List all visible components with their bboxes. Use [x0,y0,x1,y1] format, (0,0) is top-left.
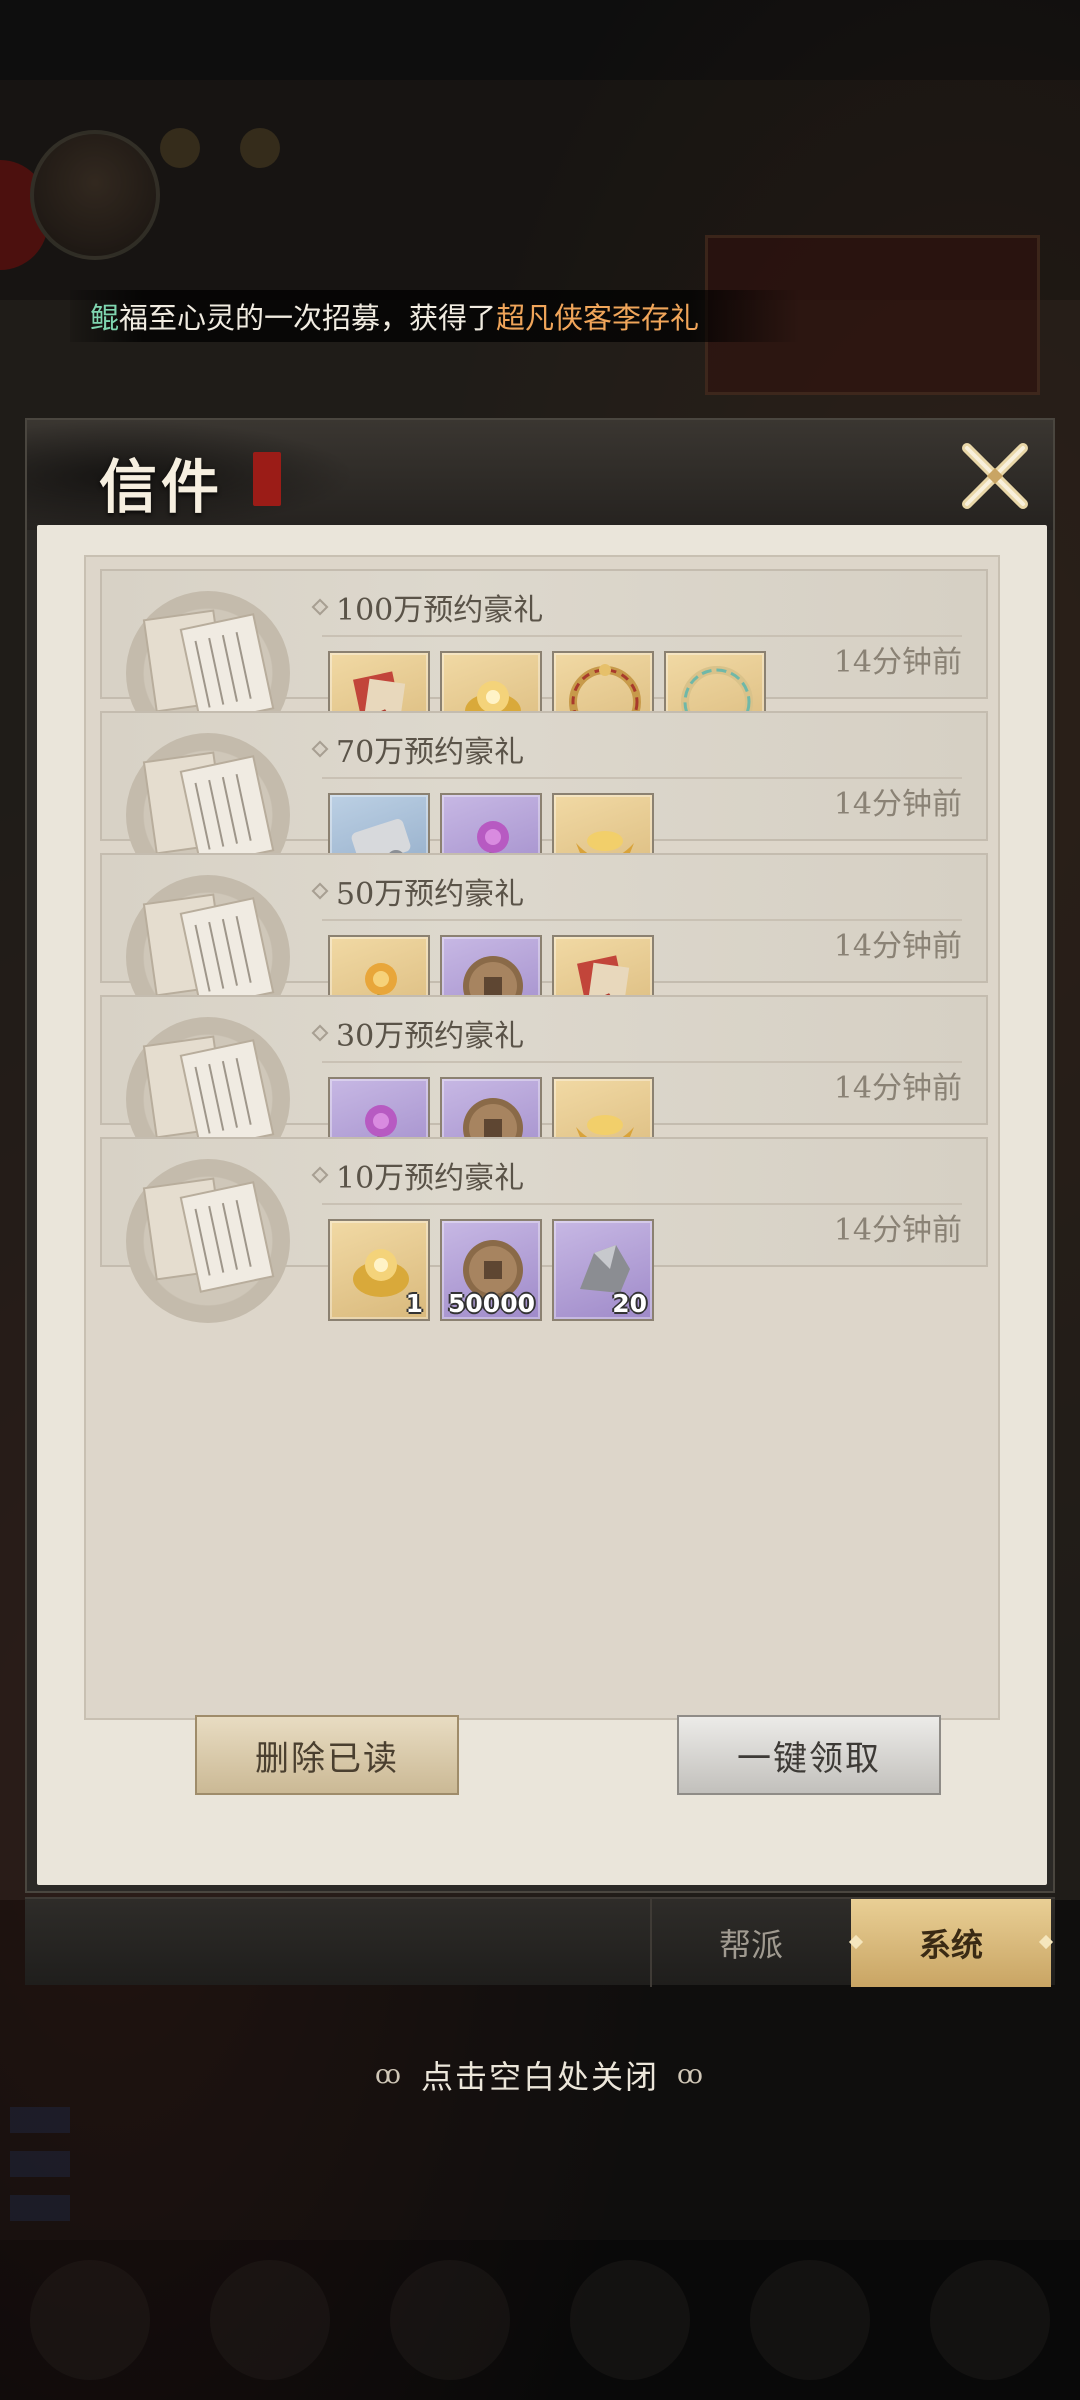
announcement-text: 福至心灵的一次招募，获得了 [119,301,497,335]
dialog-title: 信件 [99,453,224,521]
dialog-body: 100万预约豪礼 1 1 14分钟前 [37,525,1047,1885]
reward-count: 50000 [448,1289,535,1318]
tab-system-label: 系统 [918,1926,983,1964]
close-hint-text: 点击空白处关闭 [420,2058,659,2096]
mail-time: 14分钟前 [833,787,962,822]
mail-item[interactable]: 50万预约豪礼 3 10万 1 14分钟前 [100,853,988,1039]
mail-item[interactable]: 30万预约豪礼 3 10万 588 14分钟前 [100,995,988,1181]
mail-item[interactable]: 100万预约豪礼 1 1 14分钟前 [100,569,988,755]
diamond-icon [311,598,329,616]
mail-title: 30万预约豪礼 [336,1019,525,1054]
reward-list: 1 50000 20 [328,1219,654,1321]
mail-title: 50万预约豪礼 [336,877,525,912]
claim-all-button[interactable]: 一键领取 [677,1715,941,1795]
mail-tabbar: 帮派 系统 [25,1897,1055,1987]
mail-title: 70万预约豪礼 [336,735,525,770]
mail-time: 14分钟前 [833,1213,962,1248]
sparkle-icon [848,1934,864,1950]
dialog-header: 信件 [27,420,1053,530]
mail-title: 100万预约豪礼 [336,593,544,628]
tab-guild[interactable]: 帮派 [650,1899,850,1987]
diamond-icon [311,1024,329,1042]
reward-count: 20 [612,1289,647,1318]
close-button[interactable] [957,438,1033,514]
mail-title: 10万预约豪礼 [336,1161,525,1196]
diamond-icon [311,1166,329,1184]
mail-dialog: 信件 100万预约豪礼 14分钟前 70万预约豪礼 14分钟前 50万预约豪礼 … [25,418,1055,1893]
swirl-icon: ꝏ [375,2060,403,2090]
mail-item[interactable]: 10万预约豪礼 1 50000 20 14分钟前 [100,1137,988,1323]
swirl-icon: ꝏ [677,2060,705,2090]
reward-item[interactable]: 20 [552,1219,654,1321]
mail-item[interactable]: 70万预约豪礼 66 2 888 14分钟前 [100,711,988,897]
diamond-icon [311,740,329,758]
announcement-highlight: 超凡侠客李存礼 [496,301,700,335]
mail-time: 14分钟前 [833,1071,962,1106]
tab-system[interactable]: 系统 [848,1899,1054,1987]
close-hint[interactable]: ꝏ 点击空白处关闭 ꝏ [0,2050,1080,2100]
mail-time: 14分钟前 [833,929,962,964]
reward-item[interactable]: 50000 [440,1219,542,1321]
close-icon [962,443,1028,509]
letter-icon [120,1151,292,1327]
title-seal-icon [253,452,281,506]
delete-read-button[interactable]: 删除已读 [195,1715,459,1795]
sparkle-icon [1038,1934,1054,1950]
announcement-marquee: 鲲 福至心灵的一次招募，获得了 超凡侠客李存礼 [70,290,800,342]
announcement-player-name: 鲲 [90,301,120,335]
reward-count: 1 [405,1289,423,1318]
reward-item[interactable]: 1 [328,1219,430,1321]
mail-list[interactable]: 100万预约豪礼 1 1 14分钟前 [84,555,1000,1720]
mail-time: 14分钟前 [833,645,962,680]
diamond-icon [311,882,329,900]
